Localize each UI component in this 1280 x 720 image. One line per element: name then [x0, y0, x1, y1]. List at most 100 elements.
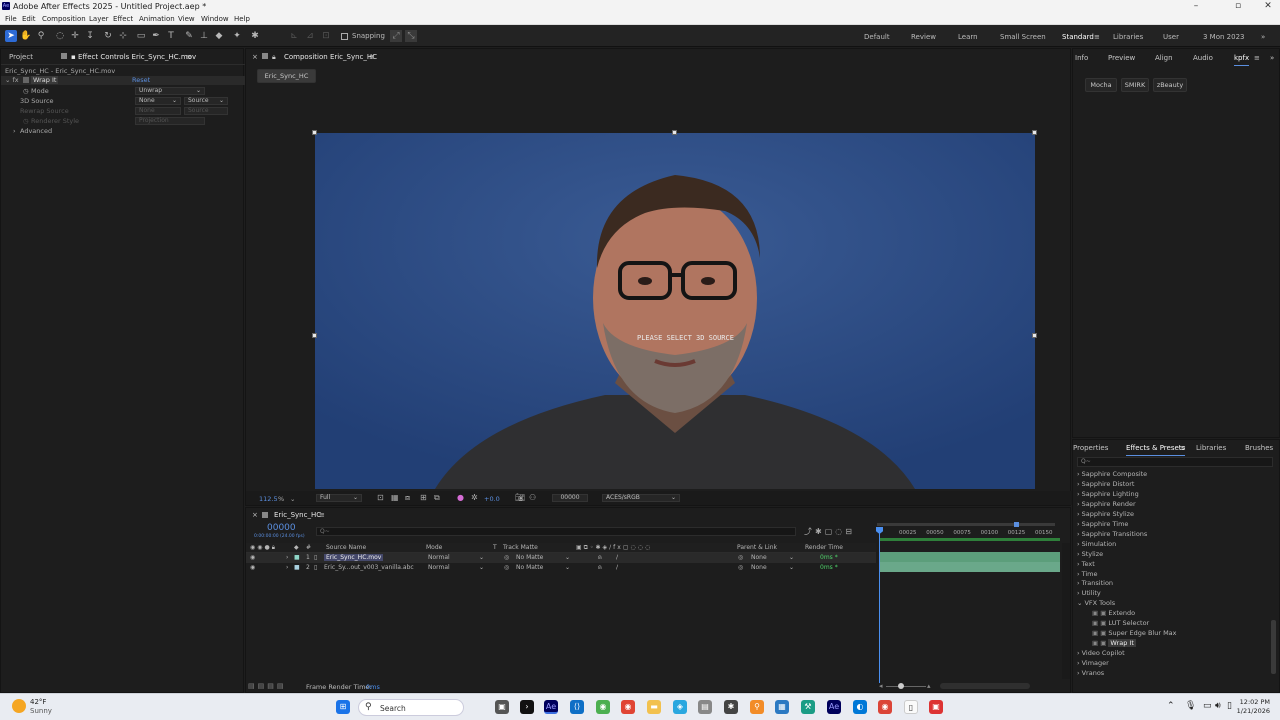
col-t[interactable]: T: [493, 544, 497, 551]
work-area-bar[interactable]: [877, 523, 1055, 526]
visibility-eye-icon[interactable]: ◉: [250, 564, 255, 571]
bounding-handle[interactable]: [312, 333, 317, 338]
3d-source-layer-select[interactable]: None ⌄: [135, 97, 181, 105]
effects-list-item[interactable]: › Sapphire Time: [1077, 520, 1128, 528]
chevron-right-icon[interactable]: ›: [1077, 520, 1080, 528]
notepad-icon[interactable]: ▤: [698, 700, 712, 714]
calculator-icon[interactable]: ▦: [775, 700, 789, 714]
layer-mode-select[interactable]: Normal: [428, 554, 450, 561]
col-parent-link[interactable]: Parent & Link: [737, 544, 777, 551]
effects-list-item[interactable]: › Time: [1077, 570, 1098, 578]
hand-tool-icon[interactable]: ✋: [20, 30, 32, 42]
effects-list-item[interactable]: › Sapphire Composite: [1077, 470, 1147, 478]
tab-kpfx[interactable]: kpfx: [1234, 54, 1250, 66]
panel-menu-icon[interactable]: ≡: [319, 511, 325, 523]
effects-list-item[interactable]: › Simulation: [1077, 540, 1116, 548]
vscode-icon[interactable]: ⟨⟩: [570, 700, 584, 714]
zoom-tool-icon[interactable]: ⚲: [35, 30, 47, 42]
menu-window[interactable]: Window: [201, 15, 229, 23]
mode-dropdown-icon[interactable]: ⌄: [479, 564, 484, 571]
menu-help[interactable]: Help: [234, 15, 250, 23]
dolly-camera-icon[interactable]: ↧: [84, 30, 96, 42]
tab-align[interactable]: Align: [1155, 54, 1173, 66]
effects-list-item[interactable]: › Stylize: [1077, 550, 1103, 558]
chevron-right-icon[interactable]: ›: [1077, 530, 1080, 538]
pen-tool-icon[interactable]: ✒: [150, 30, 162, 42]
tab-libraries[interactable]: Libraries: [1196, 444, 1226, 456]
roto-brush-icon[interactable]: ✦: [231, 30, 243, 42]
exposure-value[interactable]: +0.0: [484, 495, 500, 503]
effects-list-item[interactable]: › Sapphire Lighting: [1077, 490, 1139, 498]
snapshot-camera-icon[interactable]: 📷︎: [515, 493, 525, 502]
show-snapshot-icon[interactable]: ⚇: [529, 493, 536, 502]
minimize-icon[interactable]: –: [1184, 1, 1208, 11]
panel-menu-icon[interactable]: ≡: [369, 53, 375, 65]
selection-tool-icon[interactable]: ➤: [5, 30, 17, 42]
chrome-2-icon[interactable]: ◉: [878, 700, 892, 714]
effects-list-item[interactable]: › Utility: [1077, 589, 1101, 597]
zoom-slider[interactable]: [886, 686, 926, 687]
matte-dropdown-icon[interactable]: ⌄: [565, 554, 570, 561]
microphone-icon[interactable]: 🎙︎: [1185, 701, 1196, 711]
zoom-in-icon[interactable]: ▴: [927, 682, 931, 690]
bounding-handle[interactable]: [312, 130, 317, 135]
snapping-checkbox[interactable]: [341, 33, 348, 40]
after-effects-2-icon[interactable]: Ae: [827, 700, 841, 714]
panel-close-icon[interactable]: ×: [252, 53, 258, 65]
color-space-select[interactable]: ACES/sRGB ⌄: [602, 494, 680, 502]
col-mode[interactable]: Mode: [426, 544, 442, 551]
close-icon[interactable]: ✕: [1256, 1, 1280, 11]
zbeauty-button[interactable]: zBeauty: [1153, 78, 1187, 92]
network-icon[interactable]: ▭: [1203, 701, 1212, 711]
world-axis-icon[interactable]: ⊿: [304, 30, 316, 42]
effects-list-item[interactable]: › Video Copilot: [1077, 649, 1125, 657]
timeline-hscroll[interactable]: [940, 683, 1030, 689]
comp-timecode[interactable]: 00000: [552, 494, 588, 502]
tab-properties[interactable]: Properties: [1073, 444, 1108, 456]
orbit-camera-icon[interactable]: ◌: [54, 30, 66, 42]
recorder-icon[interactable]: ▣: [929, 700, 943, 714]
tray-overflow-icon[interactable]: ⌃: [1167, 701, 1175, 711]
zoom-slider-thumb[interactable]: [898, 683, 904, 689]
chevron-right-icon[interactable]: ›: [1077, 560, 1080, 568]
zoom-out-icon[interactable]: ◂: [879, 682, 883, 690]
snap-extend-icon[interactable]: ⤡: [405, 30, 417, 42]
chevron-right-icon[interactable]: ›: [1077, 669, 1080, 677]
track-matte-select[interactable]: No Matte: [516, 564, 543, 571]
workspace-default[interactable]: Default: [864, 33, 890, 41]
stopwatch-icon[interactable]: ◷: [23, 87, 29, 95]
after-effects-icon[interactable]: Ae: [544, 700, 558, 714]
effects-list-item[interactable]: ▣ ▣ LUT Selector: [1092, 619, 1149, 627]
mode-select[interactable]: Unwrap ⌄: [135, 87, 205, 95]
timeline-scrollbar[interactable]: [1062, 543, 1070, 679]
effects-list-item[interactable]: › Sapphire Distort: [1077, 480, 1134, 488]
comp-flowchart-button[interactable]: Eric_Sync_HC: [257, 69, 316, 83]
chevron-right-icon[interactable]: ›: [1077, 550, 1080, 558]
expand-chevron-icon[interactable]: ›: [286, 554, 288, 561]
clone-stamp-icon[interactable]: ⊥: [198, 30, 210, 42]
parent-dropdown-icon[interactable]: ⌄: [789, 554, 794, 561]
bounding-handle[interactable]: [672, 130, 677, 135]
3d-source-type-select[interactable]: Source ⌄: [184, 97, 228, 105]
workspace-libraries[interactable]: Libraries: [1113, 33, 1143, 41]
track-matte-select[interactable]: No Matte: [516, 554, 543, 561]
search-app-icon[interactable]: ⚲: [750, 700, 764, 714]
timeline-footer-icons[interactable]: ▤▤▤▤: [248, 682, 286, 690]
layer-label-color[interactable]: ■: [294, 564, 300, 571]
chevron-right-icon[interactable]: ›: [1077, 540, 1080, 548]
fx-switch-icon[interactable]: ∕: [616, 554, 618, 561]
menu-view[interactable]: View: [178, 15, 195, 23]
effects-list-item[interactable]: › Text: [1077, 560, 1095, 568]
workspace-3mon[interactable]: 3 Mon 2023: [1203, 33, 1244, 41]
slack-icon[interactable]: ✱: [724, 700, 738, 714]
file-explorer-icon[interactable]: ▬: [647, 700, 661, 714]
chevron-right-icon[interactable]: ›: [1077, 510, 1080, 518]
preview-icon[interactable]: ⧉: [434, 493, 440, 503]
effects-list-item[interactable]: › Sapphire Transitions: [1077, 530, 1147, 538]
eraser-tool-icon[interactable]: ◆: [213, 30, 225, 42]
chevron-right-icon[interactable]: ›: [1077, 649, 1080, 657]
workspace-standard[interactable]: Standard: [1062, 33, 1094, 41]
weather-sun-icon[interactable]: [12, 699, 26, 713]
shy-switch-icon[interactable]: ⍝: [598, 564, 602, 572]
fx-switch-icon[interactable]: ∕: [616, 564, 618, 571]
